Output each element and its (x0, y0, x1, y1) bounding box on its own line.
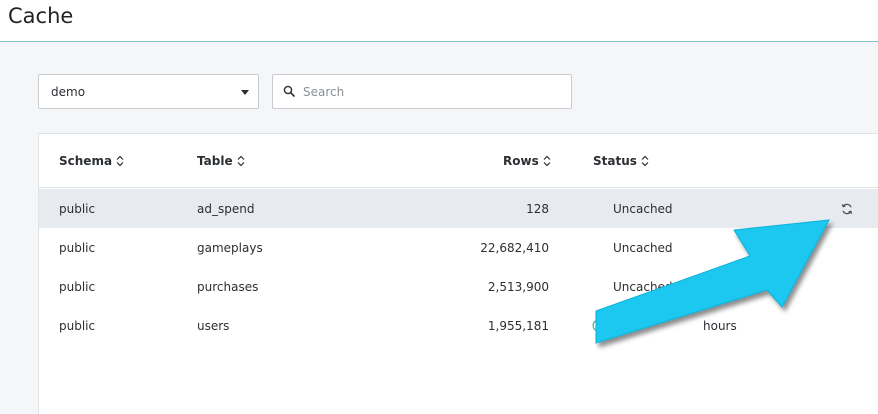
cell-rows: 2,513,900 (487, 280, 549, 294)
page-title: Cache (8, 4, 74, 28)
cell-status: Uncached (613, 241, 673, 255)
cell-rows: 128 (526, 202, 549, 216)
cell-schema: public (59, 280, 96, 294)
table-row[interactable]: public users 1,955,181 N hours (39, 306, 878, 345)
sort-icon (116, 155, 124, 167)
cell-table: gameplays (197, 241, 263, 255)
table-row[interactable]: public purchases 2,513,900 Uncached (39, 267, 878, 306)
cell-schema: public (59, 319, 96, 333)
table-row[interactable]: public gameplays 22,682,410 Uncached (39, 228, 878, 267)
column-header-label: Rows (503, 154, 539, 168)
search-icon (283, 85, 295, 97)
cell-rows: 22,682,410 (480, 241, 549, 255)
cell-table: purchases (197, 280, 259, 294)
chevron-down-icon (241, 90, 249, 95)
search-input[interactable] (303, 82, 563, 102)
cell-table: users (197, 319, 230, 333)
column-header-status[interactable]: Status (593, 154, 649, 168)
cell-schema: public (59, 202, 96, 216)
cell-schema: public (59, 241, 96, 255)
column-header-label: Schema (59, 154, 113, 168)
search-box[interactable] (272, 74, 572, 109)
column-header-schema[interactable]: Schema (59, 154, 124, 168)
cell-status-prefix: N (613, 319, 622, 333)
schema-select[interactable]: demo (38, 74, 259, 109)
cell-rows: 1,955,181 (487, 319, 549, 333)
cell-status-suffix: hours (703, 319, 737, 333)
table-header: Schema Table Rows Status (39, 134, 878, 188)
cache-table: Schema Table Rows Status public ad_spend… (38, 133, 878, 414)
column-header-label: Table (197, 154, 233, 168)
refresh-icon[interactable] (840, 202, 854, 216)
table-row[interactable]: public ad_spend 128 Uncached (39, 189, 878, 228)
top-bar: Cache (0, 0, 878, 42)
cell-status: Uncached (613, 202, 673, 216)
schema-select-value: demo (51, 85, 86, 99)
sort-icon (641, 155, 649, 167)
sort-icon (543, 155, 551, 167)
column-header-label: Status (593, 154, 637, 168)
cell-table: ad_spend (197, 202, 255, 216)
column-header-rows[interactable]: Rows (503, 154, 551, 168)
sort-icon (237, 155, 245, 167)
check-circle-icon (592, 319, 605, 332)
column-header-table[interactable]: Table (197, 154, 245, 168)
cell-status: Uncached (613, 280, 673, 294)
